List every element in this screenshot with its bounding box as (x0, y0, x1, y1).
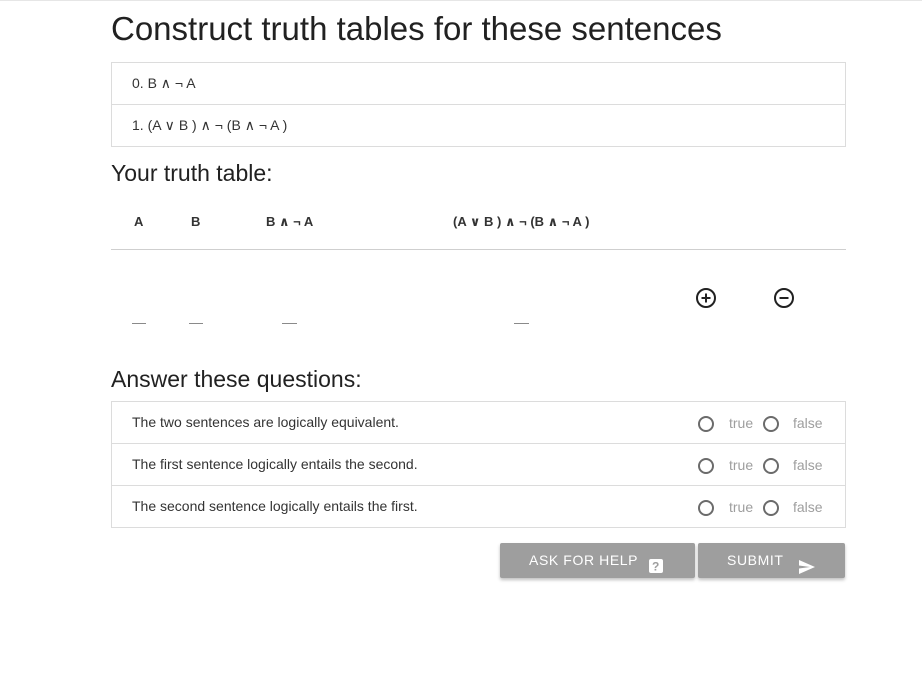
radio-false-label: false (793, 457, 823, 473)
ask-for-help-button[interactable]: ASK FOR HELP ? (500, 543, 695, 578)
cell-b-field[interactable] (189, 316, 203, 326)
question-text: The second sentence logically entails th… (132, 498, 418, 514)
sentence-item: 0. B ∧ ¬ A (132, 75, 196, 91)
truth-table-heading: Your truth table: (111, 160, 273, 186)
cell-input-sentence-1[interactable] (514, 312, 529, 326)
radio-false[interactable] (763, 458, 779, 474)
column-header-sentence-0: B ∧ ¬ A (266, 214, 314, 229)
plus-circle-icon[interactable] (695, 287, 717, 309)
question-row: The two sentences are logically equivale… (112, 402, 845, 443)
radio-true[interactable] (698, 416, 714, 432)
radio-false-label: false (793, 499, 823, 515)
column-header-b: B (191, 214, 201, 229)
questions-heading: Answer these questions: (111, 366, 362, 392)
truth-table-header: A B B ∧ ¬ A (A ∨ B ) ∧ ¬ (B ∧ ¬ A ) (111, 200, 846, 250)
question-row: The first sentence logically entails the… (112, 443, 845, 485)
cell-input-b[interactable] (189, 312, 203, 326)
radio-true-label: true (729, 499, 754, 515)
top-divider (0, 0, 922, 1)
submit-label: SUBMIT (727, 552, 784, 568)
question-row: The second sentence logically entails th… (112, 485, 845, 527)
minus-circle-icon[interactable] (773, 287, 795, 309)
svg-text:?: ? (652, 560, 660, 574)
send-icon (798, 553, 816, 588)
radio-true-label: true (729, 457, 754, 473)
cell-a-field[interactable] (132, 316, 146, 326)
radio-false[interactable] (763, 416, 779, 432)
page-title: Construct truth tables for these sentenc… (111, 10, 722, 47)
cell-sentence-0-field[interactable] (282, 316, 297, 326)
question-list: The two sentences are logically equivale… (111, 401, 846, 528)
question-text: The first sentence logically entails the… (132, 456, 418, 472)
cell-sentence-1-field[interactable] (514, 316, 529, 326)
column-header-a: A (134, 214, 144, 229)
sentence-item: 1. (A ∨ B ) ∧ ¬ (B ∧ ¬ A ) (112, 104, 845, 146)
ask-for-help-label: ASK FOR HELP (529, 552, 639, 568)
radio-true-label: true (729, 415, 754, 431)
cell-input-sentence-0[interactable] (282, 312, 297, 326)
question-mark-icon: ? (648, 552, 664, 587)
radio-false[interactable] (763, 500, 779, 516)
sentence-list: 0. B ∧ ¬ A 1. (A ∨ B ) ∧ ¬ (B ∧ ¬ A ) (111, 62, 846, 147)
radio-true[interactable] (698, 458, 714, 474)
submit-button[interactable]: SUBMIT (698, 543, 845, 578)
question-text: The two sentences are logically equivale… (132, 414, 399, 430)
cell-input-a[interactable] (132, 312, 146, 326)
radio-false-label: false (793, 415, 823, 431)
column-header-sentence-1: (A ∨ B ) ∧ ¬ (B ∧ ¬ A ) (453, 214, 590, 229)
radio-true[interactable] (698, 500, 714, 516)
